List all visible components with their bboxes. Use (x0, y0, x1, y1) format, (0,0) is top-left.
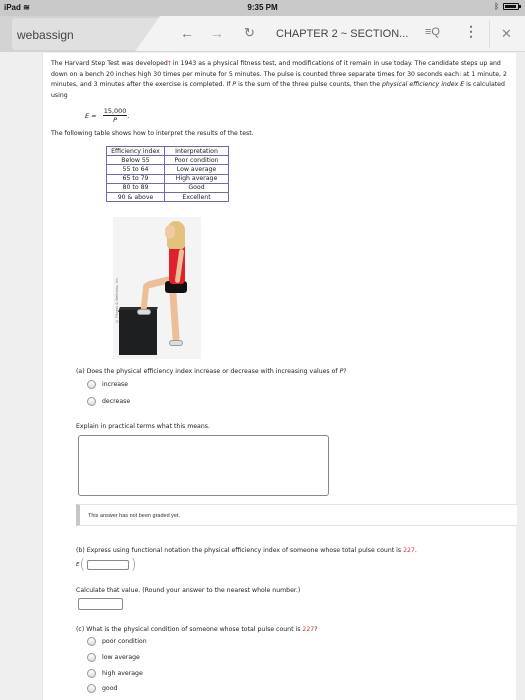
explain-textarea[interactable] (78, 435, 329, 496)
explain-label: Explain in practical terms what this mea… (76, 423, 210, 430)
question-text: (a) Does the physical efficiency index i… (76, 368, 340, 375)
radio-good[interactable]: good (87, 684, 117, 693)
forward-icon[interactable]: → (210, 25, 224, 41)
radio-label[interactable]: good (102, 685, 117, 692)
question-text: (c) What is the physical condition of so… (76, 626, 303, 633)
close-icon[interactable]: ✕ (501, 26, 512, 42)
table-cell: Below 55 (106, 155, 165, 166)
radio-button[interactable] (87, 653, 96, 662)
radio-button[interactable] (87, 637, 96, 646)
term-efficiency-index: physical efficiency index E (381, 81, 465, 88)
problem-intro: The Harvard Step Test was developed† in … (51, 59, 513, 101)
radio-high-average[interactable]: high average (87, 669, 143, 678)
formula-numerator: 15,000 (102, 107, 128, 116)
part-c-question: (c) What is the physical condition of so… (76, 626, 318, 633)
radio-label[interactable]: high average (102, 670, 143, 677)
formula-fraction: 15,000 P (102, 107, 128, 124)
radio-button[interactable] (87, 684, 96, 693)
table-header: Efficiency index (106, 145, 165, 157)
interpretation-table: Efficiency index Interpretation Below 55… (106, 145, 229, 203)
step-test-photo: © Fitness & Wellness, Inc. (113, 217, 201, 359)
question-text: . (414, 547, 417, 554)
formula-denominator: P (113, 116, 118, 124)
radio-label[interactable]: increase (102, 381, 128, 388)
tab-label: webassign (17, 28, 74, 42)
formula: E = 15,000 P . (85, 107, 130, 124)
table-intro: The following table shows how to interpr… (51, 130, 254, 137)
table-header-row: Efficiency index Interpretation (106, 145, 229, 157)
table-cell: Good (164, 182, 229, 193)
pulse-count-value: 227 (403, 547, 415, 554)
radio-button[interactable] (87, 397, 96, 406)
status-right: ᛒ (494, 2, 521, 11)
question-content: The Harvard Step Test was developed† in … (42, 53, 517, 700)
close-paren: ) (130, 557, 137, 573)
table-row: 55 to 64 Low average (106, 164, 229, 175)
question-text: ? (314, 626, 318, 633)
back-icon[interactable]: ← (180, 25, 194, 41)
shoe (169, 340, 183, 346)
function-argument-input[interactable] (86, 560, 129, 570)
page-title[interactable]: CHAPTER 2 ~ SECTION... (276, 28, 408, 40)
table-row: 80 to 89 Good (106, 182, 229, 193)
radio-label[interactable]: low average (102, 654, 140, 661)
table-cell: 65 to 79 (106, 173, 165, 184)
calculate-label: Calculate that value. (Round your answer… (76, 587, 301, 594)
table-cell: High average (164, 173, 229, 184)
radio-label[interactable]: decrease (102, 398, 130, 405)
browser-tab[interactable]: webassign (0, 16, 160, 52)
graded-notice: This answer has not been graded yet. (76, 504, 517, 526)
browser-toolbar: webassign ← → ↻ CHAPTER 2 ~ SECTION... ≡… (0, 16, 525, 52)
table-cell: 55 to 64 (106, 164, 165, 175)
radio-label[interactable]: poor condition (102, 638, 147, 645)
bluetooth-icon: ᛒ (494, 2, 499, 11)
table-row: 90 & above Excellent (106, 191, 229, 203)
table-row: 65 to 79 High average (106, 173, 229, 184)
table-cell: 90 & above (106, 191, 165, 203)
question-text: (b) Express using functional notation th… (76, 547, 404, 554)
formula-period: . (127, 111, 130, 120)
menu-icon[interactable]: ⋮ (464, 24, 478, 38)
table-row: Below 55 Poor condition (106, 155, 229, 166)
battery-icon (503, 3, 521, 10)
radio-low-average[interactable]: low average (87, 653, 140, 662)
ios-status-bar: iPad ≋ 9:35 PM ᛒ (0, 0, 525, 16)
table-cell: 80 to 89 (106, 182, 165, 193)
pulse-count-value: 227 (302, 626, 315, 633)
step-bench (119, 310, 157, 355)
toolbar-divider (489, 20, 490, 48)
part-a-question: (a) Does the physical efficiency index i… (76, 368, 347, 375)
standing-leg (169, 290, 180, 342)
intro-text: is the sum of the three pulse counts, th… (236, 81, 382, 88)
formula-equals: = (89, 111, 99, 120)
face (165, 225, 175, 239)
radio-decrease[interactable]: decrease (87, 397, 130, 406)
page-side-margin (516, 53, 525, 700)
radio-button[interactable] (87, 669, 96, 678)
table-cell: Excellent (164, 191, 229, 203)
radio-button[interactable] (87, 380, 96, 389)
radio-poor-condition[interactable]: poor condition (87, 637, 147, 646)
table-cell: Low average (164, 164, 229, 175)
find-in-page-icon[interactable]: ≡Q (425, 26, 440, 38)
open-paren: ( (79, 557, 85, 573)
part-b-question: (b) Express using functional notation th… (76, 547, 417, 554)
shoe (137, 309, 151, 315)
table-cell: Poor condition (164, 155, 229, 166)
clock: 9:35 PM (247, 3, 278, 12)
intro-text: The Harvard Step Test was developed (51, 60, 168, 67)
question-text: ? (343, 368, 347, 375)
table-header: Interpretation (164, 145, 229, 157)
function-notation-input: E ( ) (76, 558, 136, 572)
calculated-value-input[interactable] (78, 598, 123, 610)
reload-icon[interactable]: ↻ (244, 25, 255, 41)
radio-increase[interactable]: increase (87, 380, 128, 389)
